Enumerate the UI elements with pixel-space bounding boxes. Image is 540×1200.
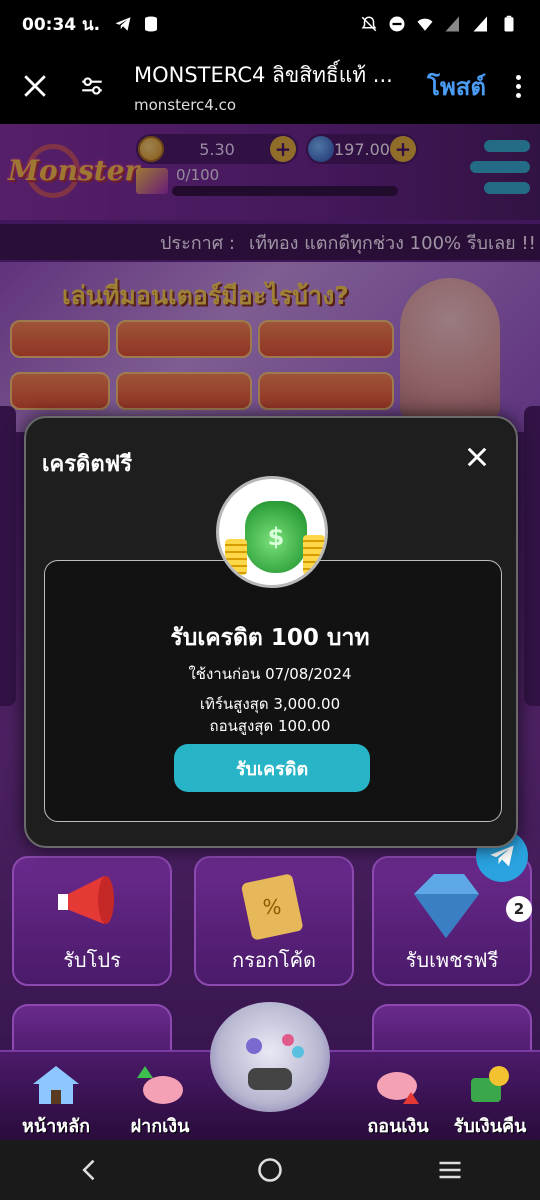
storage-icon (145, 16, 158, 32)
notification-badge[interactable]: 2 (506, 896, 532, 922)
nav-home-label: หน้าหลัก (21, 1116, 91, 1137)
svg-text:%: % (262, 895, 281, 919)
telegram-icon (115, 17, 131, 31)
tile-promo[interactable]: รับโปร (12, 856, 172, 986)
site-settings-button[interactable] (70, 48, 114, 124)
reward-max-withdraw: ถอนสูงสุด 100.00 (209, 717, 331, 735)
tile-code[interactable]: % กรอกโค้ด (194, 856, 354, 986)
battery-icon (504, 15, 514, 32)
megaphone-icon (58, 876, 114, 924)
signal-icon (473, 16, 487, 32)
diamond-icon (414, 874, 479, 938)
back-icon[interactable] (76, 1156, 104, 1184)
claim-credit-button[interactable]: รับเครดิต (174, 744, 370, 792)
nav-withdraw[interactable]: ถอนเงิน (348, 1056, 448, 1142)
nav-deposit[interactable]: ฝากเงิน (110, 1056, 210, 1142)
tile-diamond-label: รับเพชรฟรี (405, 948, 499, 972)
nav-cashback-label: รับเงินคืน (453, 1116, 527, 1137)
wifi-icon (417, 18, 433, 31)
ticket-icon: % (241, 874, 303, 940)
tile-code-label: กรอกโค้ด (231, 948, 317, 972)
coin-stack-icon (225, 539, 247, 575)
tune-icon (82, 77, 102, 95)
reward-title: รับเครดิต 100 บาท (170, 625, 370, 651)
page-url: monsterc4.co (134, 95, 237, 114)
cashback-icon (471, 1066, 509, 1102)
close-icon (467, 447, 487, 467)
dollar-icon: $ (267, 523, 285, 551)
piggy-bank-icon (377, 1072, 419, 1104)
post-link[interactable]: โพสต์ (417, 67, 496, 106)
signal-icon (445, 16, 459, 32)
tile-promo-label: รับโปร (63, 948, 121, 972)
home-circle-icon[interactable] (256, 1156, 284, 1184)
system-nav-bar (0, 1140, 540, 1200)
dialog-close-button[interactable] (460, 440, 494, 474)
more-options-button[interactable] (496, 74, 540, 98)
close-tab-button[interactable] (0, 48, 70, 124)
mute-icon (361, 16, 377, 32)
game-controller-icon (246, 1034, 304, 1090)
page-title: MONSTERC4 ลิขสิทธิ์แท้ ... (134, 62, 393, 87)
nav-cashback[interactable]: รับเงินคืน (440, 1056, 540, 1142)
nav-withdraw-label: ถอนเงิน (367, 1116, 429, 1137)
status-bar: 00:34 น. (0, 0, 540, 48)
nav-home[interactable]: หน้าหลัก (6, 1056, 106, 1142)
dialog-title: เครดิตฟรี (42, 452, 133, 477)
dnd-icon (389, 16, 405, 32)
money-bag-icon: $ (216, 476, 328, 588)
money-bag-shape: $ (245, 501, 307, 573)
recents-icon[interactable] (436, 1156, 464, 1184)
close-icon (24, 75, 46, 97)
nav-deposit-label: ฝากเงิน (130, 1116, 190, 1137)
game-controller-button[interactable] (210, 1002, 330, 1112)
browser-toolbar: MONSTERC4 ลิขสิทธิ์แท้ ... monsterc4.co … (0, 48, 540, 124)
clock: 00:34 น. (22, 14, 101, 35)
reward-expiry: ใช้งานก่อน 07/08/2024 (188, 665, 352, 683)
coin-stack-icon (303, 535, 325, 575)
piggy-bank-icon (137, 1066, 183, 1104)
page-info: MONSTERC4 ลิขสิทธิ์แท้ ... monsterc4.co (114, 59, 417, 114)
reward-max-turnover: เทิร์นสูงสุด 3,000.00 (199, 695, 341, 713)
home-icon (33, 1066, 79, 1104)
